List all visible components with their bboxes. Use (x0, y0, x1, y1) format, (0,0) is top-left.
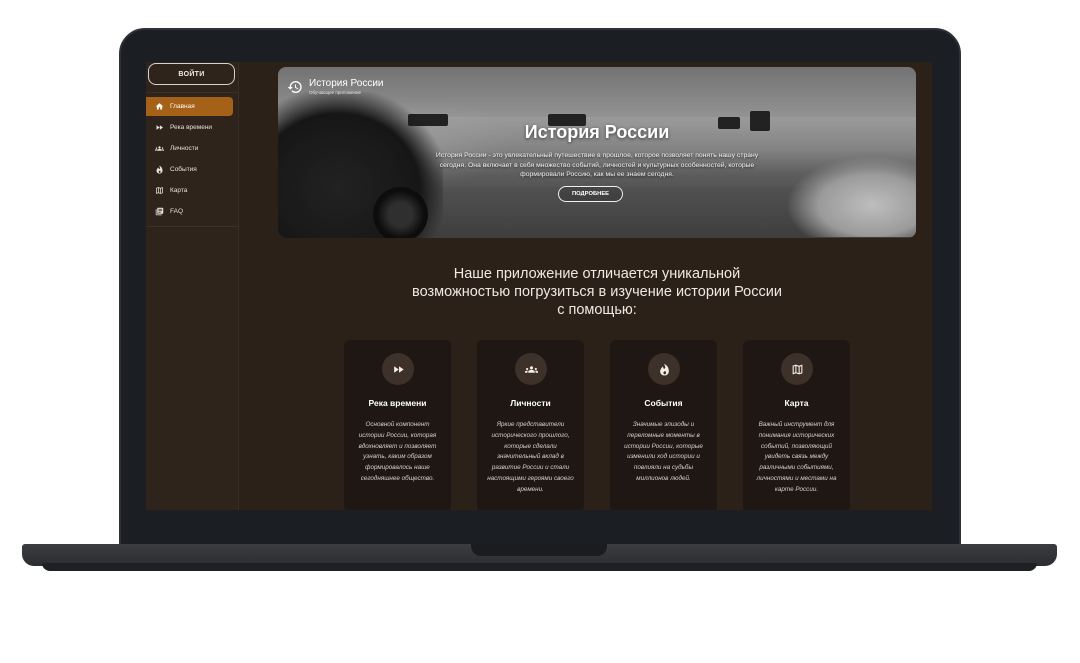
scrollbar[interactable] (924, 62, 932, 510)
card-title: Река времени (368, 398, 427, 408)
fast-forward-icon (154, 123, 164, 133)
sidebar-item-map[interactable]: Карта (146, 181, 233, 200)
main-content: История России Обучающее приложение Исто… (278, 62, 916, 510)
sidebar-item-label: Главная (170, 103, 195, 110)
feature-cards: Река времени Основной компонент истории … (344, 340, 850, 510)
sidebar-divider (146, 226, 239, 227)
card-title: Карта (784, 398, 809, 408)
section-title-line: возможностью погрузиться в изучение исто… (412, 284, 782, 300)
laptop-base-shadow (42, 563, 1037, 571)
hero-banner: История России Обучающее приложение Исто… (278, 67, 916, 238)
login-button[interactable]: ВОЙТИ (148, 63, 235, 85)
card-text: Важный инструмент для понимания историче… (756, 421, 837, 493)
sidebar-item-label: События (170, 166, 197, 173)
sidebar-item-label: Река времени (170, 124, 213, 131)
card-title: События (644, 398, 683, 408)
app-subtitle: Обучающее приложение (309, 90, 361, 95)
hero-title: История России (524, 122, 670, 142)
sidebar-item-home[interactable]: Главная (146, 97, 233, 116)
section-title-line: Наше приложение отличается уникальной (453, 266, 741, 282)
sidebar-item-label: FAQ (170, 208, 184, 215)
sidebar-nav: Главная Река времени Личности События Ка… (146, 97, 239, 223)
flame-icon (648, 353, 680, 385)
people-icon (154, 144, 164, 154)
more-button[interactable]: ПОДРОБНЕЕ (558, 186, 623, 202)
people-icon (515, 353, 547, 385)
sidebar-divider (146, 92, 239, 93)
flame-icon (154, 165, 164, 175)
hero-description: История России - это увлекательный путеш… (435, 152, 759, 178)
section-title-line: с помощью: (557, 302, 637, 318)
history-icon (287, 80, 302, 93)
card-text: Значимые эпизоды и переломные моменты в … (624, 421, 703, 482)
map-icon (781, 353, 813, 385)
feature-card-events[interactable]: События Значимые эпизоды и переломные мо… (610, 340, 717, 510)
feature-card-people[interactable]: Личности Яркие представители историческо… (477, 340, 584, 510)
sidebar: ВОЙТИ Главная Река времени Личности Собы… (146, 62, 239, 510)
map-icon (154, 186, 164, 196)
sidebar-item-events[interactable]: События (146, 160, 233, 179)
feature-card-map[interactable]: Карта Важный инструмент для понимания ис… (743, 340, 850, 510)
section-title: Наше приложение отличается уникальной во… (368, 265, 826, 319)
card-title: Личности (510, 398, 551, 408)
sidebar-item-faq[interactable]: FAQ (146, 202, 233, 221)
sidebar-item-people[interactable]: Личности (146, 139, 233, 158)
app-screen: ВОЙТИ Главная Река времени Личности Собы… (146, 62, 932, 510)
sidebar-item-label: Карта (170, 187, 188, 194)
app-title: История России (309, 78, 384, 89)
home-icon (154, 102, 164, 112)
fast-forward-icon (382, 353, 414, 385)
app-brand[interactable]: История России Обучающее приложение (287, 78, 384, 95)
book-icon (154, 207, 164, 217)
sidebar-item-timeline[interactable]: Река времени (146, 118, 233, 137)
card-text: Яркие представители исторического прошло… (487, 421, 574, 493)
feature-card-timeline[interactable]: Река времени Основной компонент истории … (344, 340, 451, 510)
laptop-notch (471, 544, 607, 556)
sidebar-item-label: Личности (170, 145, 199, 152)
card-text: Основной компонент истории России, котор… (358, 421, 437, 482)
